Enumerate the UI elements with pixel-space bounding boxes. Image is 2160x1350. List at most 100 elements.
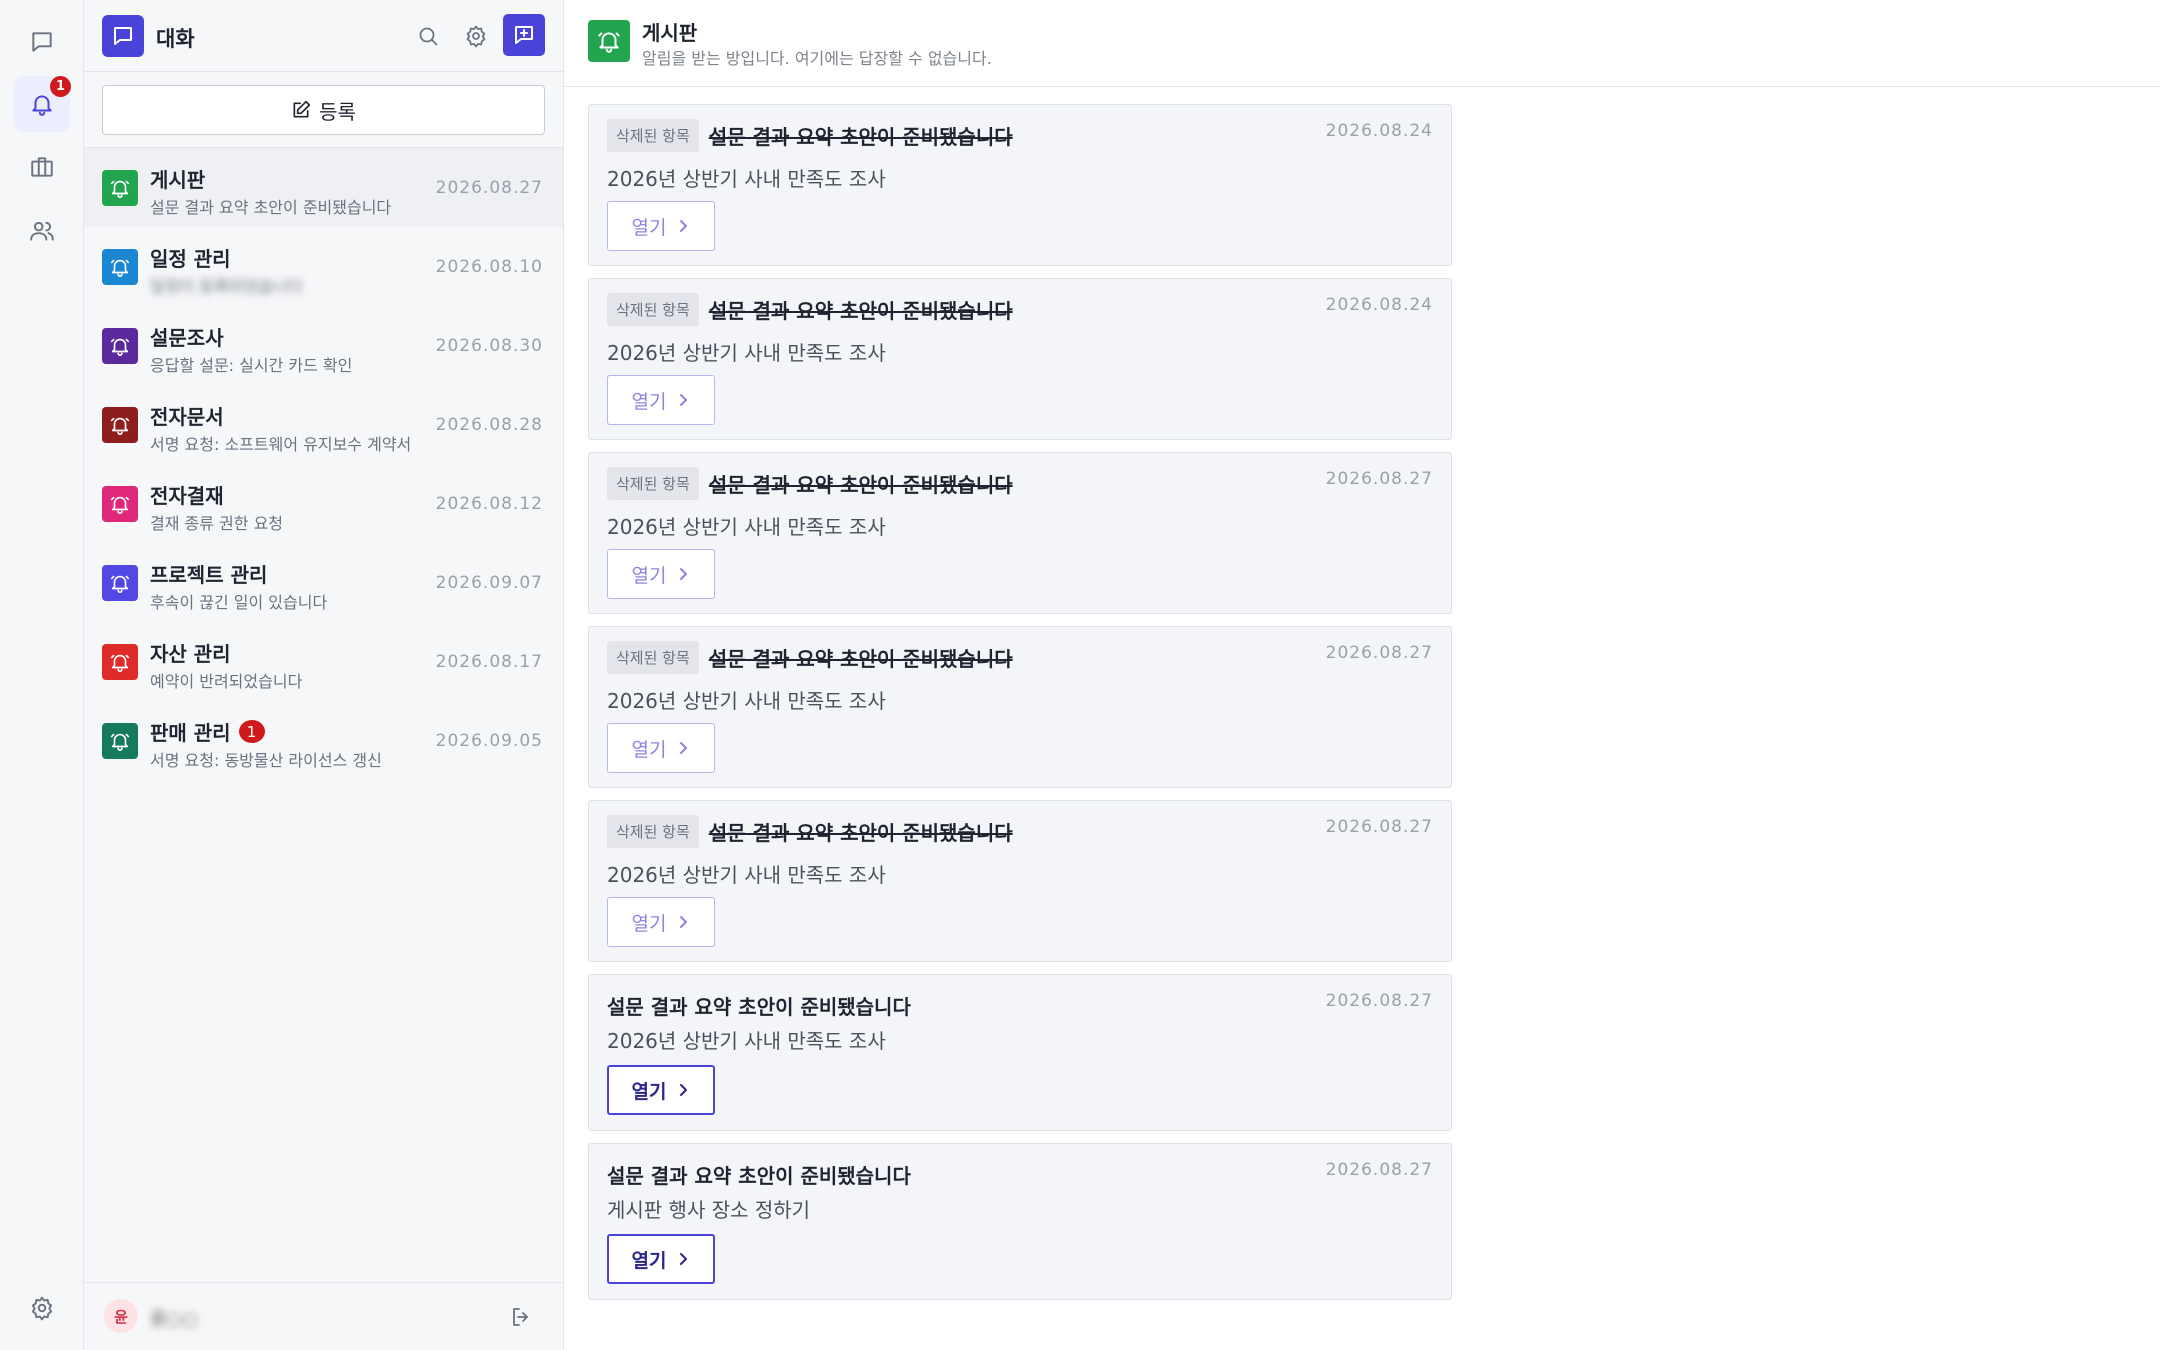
open-button[interactable]: 열기 xyxy=(607,1234,715,1284)
open-button[interactable]: 열기 xyxy=(607,1065,715,1115)
card-date: 2026.08.27 xyxy=(1325,1160,1433,1180)
open-button-label: 열기 xyxy=(631,912,667,935)
room-date: 2026.08.17 xyxy=(435,652,543,672)
room-item[interactable]: 판매 관리 1 서명 요청: 동방물산 라이선스 갱신 2026.09.05 xyxy=(84,701,563,780)
chevron-right-icon xyxy=(676,741,690,755)
room-name-label: 자산 관리 xyxy=(150,642,231,666)
room-description: 알림을 받는 방입니다. 여기에는 답장할 수 없습니다. xyxy=(642,49,992,68)
card-date: 2026.08.27 xyxy=(1325,643,1433,663)
chevron-right-icon xyxy=(676,219,690,233)
register-label: 등록 xyxy=(319,99,356,124)
room-item[interactable]: 자산 관리예약이 반려되었습니다 2026.08.17 xyxy=(84,622,563,701)
bell-icon xyxy=(32,95,52,116)
room-date: 2026.09.07 xyxy=(435,573,543,593)
open-button[interactable]: 열기 xyxy=(607,375,715,425)
user-name: 윤○○ xyxy=(150,1309,198,1330)
notification-card: 설문 결과 요약 초안이 준비됐습니다 2026.08.27 게시판 행사 장소 정… xyxy=(588,1143,1452,1300)
logout-button[interactable] xyxy=(506,1302,536,1332)
search-icon xyxy=(419,27,438,46)
card-date: 2026.08.24 xyxy=(1325,295,1433,315)
bell-icon xyxy=(102,723,138,759)
open-button[interactable]: 열기 xyxy=(607,897,715,947)
bell-icon xyxy=(102,170,138,206)
room-date: 2026.08.28 xyxy=(435,415,543,435)
open-button-label: 열기 xyxy=(631,1080,667,1103)
card-body: 2026년 상반기 사내 만족도 조사 xyxy=(607,515,886,539)
rail-work-button[interactable] xyxy=(14,139,70,195)
deleted-notification-card: 삭제된 항목 설문 결과 요약 초안이 준비됐습니다 2026.08.27 2026년… xyxy=(588,800,1452,962)
open-button-label: 열기 xyxy=(631,216,667,239)
room-last-message: 서명 요청: 소프트웨어 유지보수 계약서 xyxy=(150,435,412,454)
card-body: 2026년 상반기 사내 만족도 조사 xyxy=(607,689,886,713)
open-button[interactable]: 열기 xyxy=(607,549,715,599)
search-button[interactable] xyxy=(410,18,446,54)
room-name: 설문조사 xyxy=(150,322,224,351)
room-last-message: 후속이 끊긴 일이 있습니다 xyxy=(150,593,328,612)
room-item[interactable]: 설문조사 응답할 설문: 실시간 카드 확인 2026.08.30 xyxy=(84,306,563,385)
register-area: 등록 xyxy=(84,72,563,148)
panel-header: 대화 xyxy=(84,0,563,72)
bell-icon xyxy=(102,328,138,364)
room-name-label: 전자결재 xyxy=(150,484,224,508)
room-name: 전자문서 xyxy=(150,401,224,430)
unread-badge: 1 xyxy=(238,720,265,743)
panel-settings-button[interactable] xyxy=(458,18,494,54)
logout-icon xyxy=(513,1308,528,1326)
card-head: 삭제된 항목 설문 결과 요약 초안이 준비됐습니다 xyxy=(607,641,1013,674)
rail-notification-button[interactable]: 1 xyxy=(14,76,71,132)
gear-icon xyxy=(466,25,486,48)
card-date: 2026.08.24 xyxy=(1325,121,1433,141)
room-name: 프로젝트 관리 xyxy=(150,559,267,588)
room-name-label: 설문조사 xyxy=(150,326,224,350)
room-last-message: 결재 종류 권한 요청 xyxy=(150,514,284,533)
open-button[interactable]: 열기 xyxy=(607,201,715,251)
bell-icon xyxy=(102,407,138,443)
room-name: 자산 관리 xyxy=(150,638,231,667)
briefcase-icon xyxy=(31,157,53,177)
chat-brand-icon xyxy=(102,15,144,57)
card-date: 2026.08.27 xyxy=(1325,469,1433,489)
open-button-label: 열기 xyxy=(631,1249,667,1272)
edit-icon xyxy=(293,100,311,118)
notification-count-badge: 1 xyxy=(50,76,71,97)
deleted-tag: 삭제된 항목 xyxy=(607,815,699,848)
deleted-tag: 삭제된 항목 xyxy=(607,467,699,500)
rail-chat-button[interactable] xyxy=(14,14,70,70)
app-rail: 1 xyxy=(0,0,84,1350)
open-button[interactable]: 열기 xyxy=(607,723,715,773)
new-chat-button[interactable] xyxy=(503,14,545,56)
room-last-message: 응답할 설문: 실시간 카드 확인 xyxy=(150,356,353,375)
card-title: 설문 결과 요약 초안이 준비됐습니다 xyxy=(607,995,911,1019)
room-item[interactable]: 전자문서서명 요청: 소프트웨어 유지보수 계약서 2026.08.28 xyxy=(84,385,563,464)
rail-settings-button[interactable] xyxy=(14,1280,70,1336)
room-date: 2026.08.27 xyxy=(435,178,543,198)
rail-contacts-button[interactable] xyxy=(14,203,70,259)
card-body: 2026년 상반기 사내 만족도 조사 xyxy=(607,167,886,191)
chevron-right-icon xyxy=(676,1252,690,1266)
avatar[interactable]: 윤 xyxy=(104,1299,138,1333)
room-item[interactable]: 프로젝트 관리후속이 끊긴 일이 있습니다 2026.09.07 xyxy=(84,543,563,622)
room-name-label: 일정 관리 xyxy=(150,247,231,271)
notification-feed: 삭제된 항목 설문 결과 요약 초안이 준비됐습니다 2026.08.24 2026년… xyxy=(588,104,1452,1312)
card-head: 삭제된 항목 설문 결과 요약 초안이 준비됐습니다 xyxy=(607,815,1013,848)
card-head: 설문 결과 요약 초안이 준비됐습니다 xyxy=(607,1160,911,1189)
room-item[interactable]: 전자결재 결재 종류 권한 요청 2026.08.12 xyxy=(84,464,563,543)
room-name: 일정 관리 xyxy=(150,243,231,272)
room-name: 판매 관리 1 xyxy=(150,717,265,746)
card-title: 설문 결과 요약 초안이 준비됐습니다 xyxy=(708,647,1013,671)
chevron-right-icon xyxy=(676,567,690,581)
room-last-message: 서명 요청: 동방물산 라이선스 갱신 xyxy=(150,751,382,770)
deleted-notification-card: 삭제된 항목 설문 결과 요약 초안이 준비됐습니다 2026.08.24 2026년… xyxy=(588,104,1452,266)
settings-icon xyxy=(31,1296,53,1321)
bell-icon xyxy=(102,565,138,601)
room-date: 2026.08.10 xyxy=(435,257,543,277)
panel-title: 대화 xyxy=(156,27,195,51)
chat-icon xyxy=(32,32,52,52)
open-button-label: 열기 xyxy=(631,738,667,761)
room-last-message: 예약이 반려되었습니다 xyxy=(150,672,303,691)
room-item[interactable]: 일정 관리 일정이 등록되었습니다 2026.08.10 xyxy=(84,227,563,306)
card-head: 삭제된 항목 설문 결과 요약 초안이 준비됐습니다 xyxy=(607,293,1013,326)
register-button[interactable]: 등록 xyxy=(102,85,545,135)
room-item[interactable]: 게시판 설문 결과 요약 초안이 준비됐습니다 2026.08.27 xyxy=(84,148,563,227)
bell-icon xyxy=(102,249,138,285)
